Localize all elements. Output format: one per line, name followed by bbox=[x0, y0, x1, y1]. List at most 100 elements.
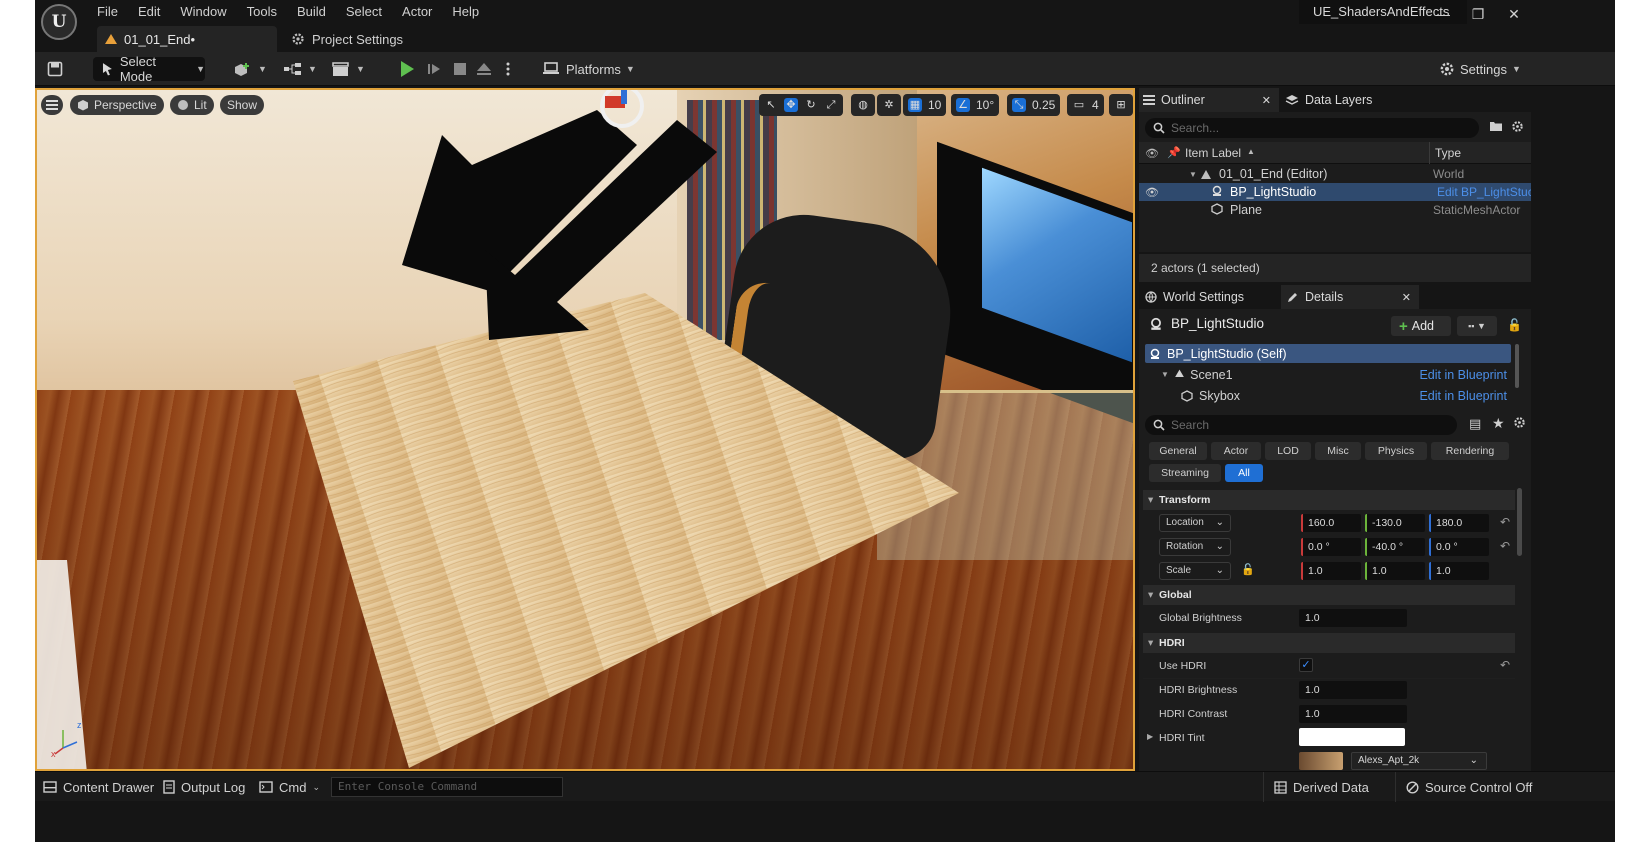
close-icon[interactable]: ✕ bbox=[1402, 291, 1411, 304]
lock-icon[interactable]: 🔓 bbox=[1507, 318, 1522, 332]
use-hdri-checkbox[interactable]: ✓ bbox=[1299, 658, 1313, 672]
view-mode-dropdown[interactable]: Lit bbox=[170, 95, 214, 115]
hdri-contrast-field[interactable]: 1.0 bbox=[1299, 705, 1407, 723]
expand-arrow-icon[interactable]: ▶ bbox=[1147, 732, 1153, 741]
filter-lod[interactable]: LOD bbox=[1265, 442, 1311, 460]
select-tool-icon[interactable]: ↖ bbox=[764, 98, 778, 112]
unreal-logo-icon[interactable]: U bbox=[41, 4, 77, 40]
surface-snap-button[interactable]: ✲ bbox=[877, 94, 901, 116]
outliner-search-input[interactable]: Search... bbox=[1145, 118, 1479, 138]
hdri-tint-color-swatch[interactable] bbox=[1299, 728, 1405, 746]
play-button[interactable] bbox=[401, 57, 414, 81]
advance-frame-button[interactable] bbox=[427, 57, 441, 81]
gear-icon[interactable] bbox=[1511, 120, 1524, 136]
select-mode-dropdown[interactable]: Select Mode ▼ bbox=[93, 54, 205, 84]
edit-in-blueprint-link[interactable]: Edit in Blueprint bbox=[1419, 368, 1507, 382]
add-component-button[interactable]: + Add bbox=[1391, 316, 1451, 336]
tab-level[interactable]: 01_01_End• bbox=[97, 26, 277, 52]
maximize-viewport-button[interactable]: ⊞ bbox=[1109, 94, 1133, 116]
derived-data-button[interactable]: Derived Data bbox=[1263, 772, 1369, 802]
close-icon[interactable]: ✕ bbox=[1262, 94, 1271, 107]
outliner-row-plane[interactable]: Plane StaticMeshActor bbox=[1139, 201, 1531, 219]
component-row-scene1[interactable]: ▼ ⛰ Scene1 Edit in Blueprint bbox=[1145, 365, 1511, 384]
component-row-self[interactable]: BP_LightStudio (Self) bbox=[1145, 344, 1511, 363]
filter-rendering[interactable]: Rendering bbox=[1431, 442, 1509, 460]
scale-y-field[interactable]: 1.0 bbox=[1365, 562, 1425, 580]
expand-arrow-icon[interactable]: ▼ bbox=[1189, 170, 1197, 179]
filter-physics[interactable]: Physics bbox=[1365, 442, 1427, 460]
output-log-button[interactable]: Output Log bbox=[163, 772, 245, 802]
rotation-z-field[interactable]: 0.0 ° bbox=[1429, 538, 1489, 556]
component-row-skybox[interactable]: Skybox Edit in Blueprint bbox=[1145, 386, 1511, 405]
platforms-dropdown[interactable]: Platforms ▼ bbox=[543, 57, 635, 81]
filter-actor[interactable]: Actor bbox=[1211, 442, 1261, 460]
star-icon[interactable]: ★ bbox=[1492, 415, 1505, 432]
filter-general[interactable]: General bbox=[1149, 442, 1207, 460]
restore-button[interactable]: ❐ bbox=[1468, 4, 1488, 24]
outliner-row-world[interactable]: ▼ 01_01_End (Editor) World bbox=[1139, 165, 1531, 183]
eject-button[interactable] bbox=[476, 57, 492, 81]
tab-outliner[interactable]: Outliner ✕ bbox=[1139, 88, 1279, 112]
show-dropdown[interactable]: Show bbox=[220, 95, 265, 115]
rotation-y-field[interactable]: -40.0 ° bbox=[1365, 538, 1425, 556]
blueprints-button[interactable]: ▼ bbox=[283, 57, 317, 81]
menu-select[interactable]: Select bbox=[346, 2, 394, 22]
menu-actor[interactable]: Actor bbox=[402, 2, 444, 22]
filter-misc[interactable]: Misc bbox=[1315, 442, 1361, 460]
scale-x-field[interactable]: 1.0 bbox=[1301, 562, 1361, 580]
blueprint-options-dropdown[interactable]: ▪▪ ▼ bbox=[1457, 316, 1497, 336]
components-scrollbar[interactable] bbox=[1515, 344, 1519, 388]
play-options-button[interactable] bbox=[505, 57, 511, 81]
menu-window[interactable]: Window bbox=[180, 2, 238, 22]
global-brightness-field[interactable]: 1.0 bbox=[1299, 609, 1407, 627]
filter-streaming[interactable]: Streaming bbox=[1149, 464, 1221, 482]
rotation-dropdown[interactable]: Rotation ⌄ bbox=[1159, 538, 1231, 556]
rotate-tool-icon[interactable]: ↻ bbox=[804, 98, 818, 112]
viewport-options-button[interactable] bbox=[41, 95, 63, 115]
close-window-button[interactable]: ✕ bbox=[1504, 4, 1524, 24]
save-button[interactable] bbox=[47, 57, 63, 81]
menu-build[interactable]: Build bbox=[297, 2, 338, 22]
table-view-icon[interactable]: ▤ bbox=[1469, 416, 1481, 432]
section-transform[interactable]: Transform bbox=[1143, 490, 1515, 510]
minimize-button[interactable]: — bbox=[1433, 4, 1453, 24]
menu-help[interactable]: Help bbox=[452, 2, 491, 22]
move-tool-icon[interactable]: ✥ bbox=[784, 98, 798, 112]
add-actor-button[interactable]: ▼ bbox=[233, 57, 267, 81]
section-hdri[interactable]: HDRI bbox=[1143, 633, 1515, 653]
details-scrollbar[interactable] bbox=[1517, 488, 1522, 556]
scale-dropdown[interactable]: Scale ⌄ bbox=[1159, 562, 1231, 580]
scale-snap-button[interactable]: ⤡ 0.25 bbox=[1007, 94, 1061, 116]
tab-world-settings[interactable]: World Settings bbox=[1145, 285, 1244, 309]
gear-icon[interactable] bbox=[1513, 416, 1526, 432]
level-viewport[interactable]: Perspective Lit Show ↖ ✥ ↻ ⤢ ◍ ✲ ▦ 10 ∠ … bbox=[35, 88, 1135, 771]
reset-arrow-icon[interactable]: ↶ bbox=[1500, 658, 1510, 672]
location-dropdown[interactable]: Location ⌄ bbox=[1159, 514, 1231, 532]
menu-tools[interactable]: Tools bbox=[247, 2, 289, 22]
section-global[interactable]: Global bbox=[1143, 585, 1515, 605]
perspective-dropdown[interactable]: Perspective bbox=[70, 95, 164, 115]
tab-project-settings[interactable]: Project Settings bbox=[287, 26, 403, 52]
type-column-header[interactable]: Type bbox=[1435, 146, 1461, 160]
edit-blueprint-link[interactable]: Edit BP_LightStuc bbox=[1437, 185, 1531, 199]
scale-tool-icon[interactable]: ⤢ bbox=[824, 98, 838, 112]
item-label-column-header[interactable]: Item Label bbox=[1185, 146, 1241, 160]
hdri-texture-dropdown[interactable]: Alexs_Apt_2k ⌄ bbox=[1351, 752, 1487, 770]
expand-arrow-icon[interactable]: ▼ bbox=[1161, 370, 1169, 379]
lock-icon[interactable]: 🔓 bbox=[1241, 563, 1255, 576]
rotation-x-field[interactable]: 0.0 ° bbox=[1301, 538, 1361, 556]
location-x-field[interactable]: 160.0 bbox=[1301, 514, 1361, 532]
tab-details[interactable]: Details ✕ bbox=[1281, 285, 1419, 309]
add-folder-icon[interactable] bbox=[1489, 120, 1503, 135]
location-y-field[interactable]: -130.0 bbox=[1365, 514, 1425, 532]
console-command-input[interactable]: Enter Console Command bbox=[331, 777, 563, 797]
hdri-brightness-field[interactable]: 1.0 bbox=[1299, 681, 1407, 699]
reset-arrow-icon[interactable]: ↶ bbox=[1500, 515, 1510, 529]
edit-in-blueprint-link[interactable]: Edit in Blueprint bbox=[1419, 389, 1507, 403]
outliner-row-bp-lightstudio[interactable]: 👁 BP_LightStudio Edit BP_LightStuc bbox=[1139, 183, 1531, 201]
cinematics-button[interactable]: ▼ bbox=[331, 57, 365, 81]
menu-file[interactable]: File bbox=[97, 2, 130, 22]
camera-speed-button[interactable]: ▭ 4 bbox=[1067, 94, 1104, 116]
visibility-eye-icon[interactable]: 👁 bbox=[1145, 186, 1159, 199]
location-z-field[interactable]: 180.0 bbox=[1429, 514, 1489, 532]
